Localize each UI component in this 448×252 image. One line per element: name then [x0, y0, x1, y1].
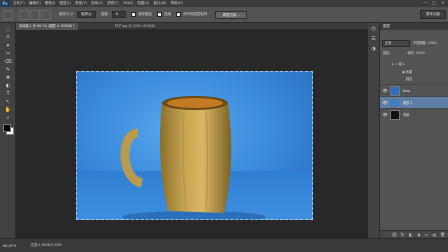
antialias-label: 消除锯齿: [137, 12, 152, 16]
maximize-icon[interactable]: □: [431, 0, 437, 6]
group-name: 组 1: [398, 62, 405, 66]
tool-icon[interactable]: T: [4, 91, 12, 98]
document-tab[interactable]: 杯子.jpg @ 100% (RGB/8): [112, 23, 158, 30]
panel-dock-strip: ◷ ☰ ◑: [368, 23, 380, 238]
minimize-icon[interactable]: —: [422, 0, 428, 6]
tool-icon[interactable]: ✋: [4, 107, 12, 114]
tool-icon[interactable]: ✂: [4, 51, 12, 58]
refine-edge-button[interactable]: 调整边缘...: [215, 10, 247, 19]
layer-row[interactable]: 👁 图层 1: [380, 96, 448, 108]
selection-marquee: [76, 71, 313, 220]
tolerance-label: 容差:: [100, 12, 109, 16]
tool-icon[interactable]: ⤧: [4, 35, 12, 42]
antialias-checkbox[interactable]: [130, 12, 136, 17]
sample-size-label: 取样大小:: [59, 12, 75, 16]
tool-icon[interactable]: ⌕: [4, 115, 12, 122]
sample-size-select[interactable]: 取样点: [77, 11, 96, 18]
tool-icon[interactable]: ✎: [4, 67, 12, 74]
layer-footer-icon[interactable]: 🗑: [440, 231, 445, 239]
menu-item[interactable]: 滤镜(T): [105, 0, 121, 7]
layer-thumbnail: [390, 86, 400, 96]
visibility-eye-icon[interactable]: 👁: [382, 100, 388, 106]
layer-footer-icon[interactable]: ▤: [432, 231, 437, 239]
canvas-area[interactable]: [16, 30, 368, 238]
history-icon[interactable]: ◷: [370, 26, 377, 33]
properties-icon[interactable]: ☰: [370, 36, 377, 43]
menu-item[interactable]: 类型(Y): [73, 0, 89, 7]
tool-icon[interactable]: ✚: [4, 75, 12, 82]
contiguous-label: 连续: [163, 12, 171, 16]
layer-footer-icon[interactable]: fx: [400, 231, 405, 239]
folder-icon: ▸ ▭: [392, 62, 399, 66]
options-bar: 取样大小: 取样点 容差: 8 消除锯齿 连续 对所有图层取样 调整边缘... …: [0, 7, 448, 23]
lock-row: 锁定: 填充: 100%: [380, 49, 448, 57]
photoshop-logo: Ps: [1, 0, 9, 7]
zoom-level[interactable]: 66.67%: [3, 244, 16, 248]
adjustments-icon[interactable]: ◑: [370, 46, 377, 53]
stroke-effect-label: 描边: [406, 77, 413, 81]
layers-panel-footer: ⛓ fx ◧ ◑ ▭ ▤ 🗑: [380, 230, 448, 238]
close-icon[interactable]: ✕: [440, 0, 446, 6]
visibility-eye-icon[interactable]: 👁: [382, 88, 388, 94]
add-selection-mode-icon[interactable]: [30, 9, 40, 20]
document-tab-bar: 未标题-1 @ 66.7% (图层 0, RGB/8) * 杯子.jpg @ 10…: [16, 23, 368, 30]
effects-label: 效果: [405, 70, 413, 74]
document-size-info: 文档:1.65M/5.50M: [30, 243, 62, 247]
layer-thumbnail: [390, 98, 400, 108]
tool-icon[interactable]: ◐: [4, 83, 12, 90]
tools-panel: ⬚ ⤧ ✦ ✂ ⌫ ✎ ✚ ◐ T ↖ ✋ ⌕: [0, 23, 16, 238]
stroke-effect-row[interactable]: 描边: [380, 75, 448, 83]
menu-item[interactable]: 视图(V): [135, 0, 151, 7]
tolerance-input[interactable]: 8: [111, 11, 126, 18]
visibility-eye-icon[interactable]: 👁: [382, 112, 388, 118]
menu-item[interactable]: 帮助(H): [169, 0, 185, 7]
menu-item[interactable]: 3D(D): [121, 0, 135, 7]
layer-row[interactable]: 👁 bmp: [380, 84, 448, 96]
subtract-selection-mode-icon[interactable]: [41, 9, 51, 20]
all-layers-checkbox[interactable]: [175, 12, 181, 17]
layer-row[interactable]: 👁 背景: [380, 108, 448, 120]
layer-footer-icon[interactable]: ⛓: [392, 231, 397, 239]
status-bar: 66.67% 文档:1.65M/5.50M: [0, 238, 448, 252]
workspace-select[interactable]: 基本功能: [420, 10, 446, 19]
lock-label: 锁定:: [383, 51, 391, 55]
foreground-color-swatch[interactable]: [3, 124, 11, 132]
tool-icon[interactable]: ✦: [4, 43, 12, 50]
tool-icon[interactable]: ⌫: [4, 59, 12, 66]
layer-footer-icon[interactable]: ▭: [424, 231, 429, 239]
menu-item[interactable]: 文件(F): [11, 0, 27, 7]
fill-control[interactable]: 填充: 100%: [407, 51, 425, 55]
menu-item[interactable]: 窗口(W): [151, 0, 168, 7]
blend-mode-select[interactable]: 正常: [382, 40, 410, 47]
magic-wand-tool-preset-icon[interactable]: [3, 9, 13, 20]
layer-thumbnail: [390, 110, 400, 120]
layer-footer-icon[interactable]: ◧: [408, 231, 413, 239]
menu-item[interactable]: 图像(I): [43, 0, 58, 7]
layer-footer-icon[interactable]: ◑: [416, 231, 421, 239]
tool-icon[interactable]: ↖: [4, 99, 12, 106]
layers-panel-title[interactable]: 图层: [380, 23, 448, 30]
opacity-control[interactable]: 不透明度: 100%: [413, 40, 446, 47]
document-tab[interactable]: 未标题-1 @ 66.7% (图层 0, RGB/8) *: [16, 23, 78, 30]
layer-group-row[interactable]: ▸ ▭ 组 1: [380, 60, 448, 68]
menu-item[interactable]: 图层(L): [57, 0, 73, 7]
new-selection-mode-icon[interactable]: [19, 9, 29, 20]
all-layers-label: 对所有图层取样: [182, 12, 208, 16]
menu-item[interactable]: 编辑(E): [27, 0, 43, 7]
menu-item[interactable]: 选择(S): [89, 0, 105, 7]
contiguous-checkbox[interactable]: [156, 12, 162, 17]
menu-bar: Ps 文件(F) 编辑(E) 图像(I) 图层(L) 类型(Y) 选择(S) 滤镜(T) 3D…: [0, 0, 448, 7]
tool-icon[interactable]: ⬚: [4, 27, 12, 34]
layer-name: 背景: [403, 113, 410, 117]
